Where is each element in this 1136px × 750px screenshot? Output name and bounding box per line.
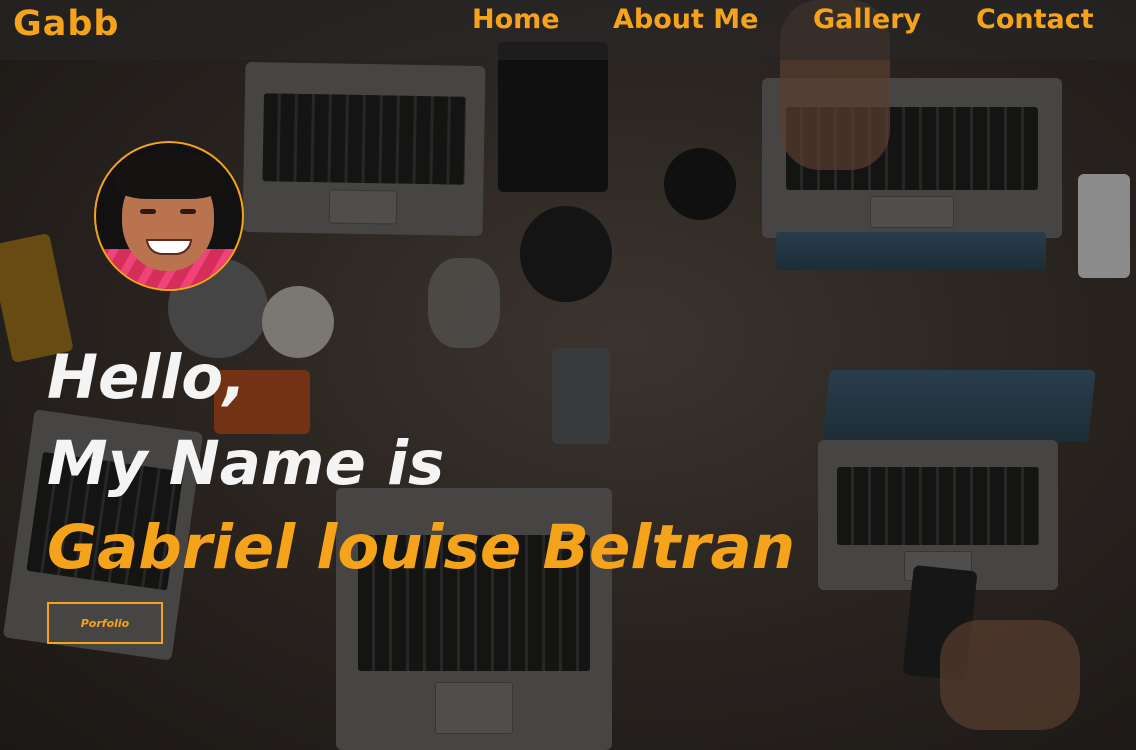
brand-logo[interactable]: Gabb xyxy=(13,4,119,44)
navbar: Gabb Home About Me Gallery Contact xyxy=(0,0,1136,60)
nav-home-link[interactable]: Home xyxy=(472,4,560,35)
nav-gallery-link[interactable]: Gallery xyxy=(813,4,921,35)
nav-about-link[interactable]: About Me xyxy=(613,4,758,35)
hero-greeting: Hello, xyxy=(47,342,247,413)
hero-intro: My Name is xyxy=(47,428,445,499)
hero-name: Gabriel louise Beltran xyxy=(47,512,796,583)
avatar xyxy=(94,141,244,291)
nav-contact-link[interactable]: Contact xyxy=(976,4,1094,35)
portfolio-button[interactable]: Porfolio xyxy=(47,602,163,644)
